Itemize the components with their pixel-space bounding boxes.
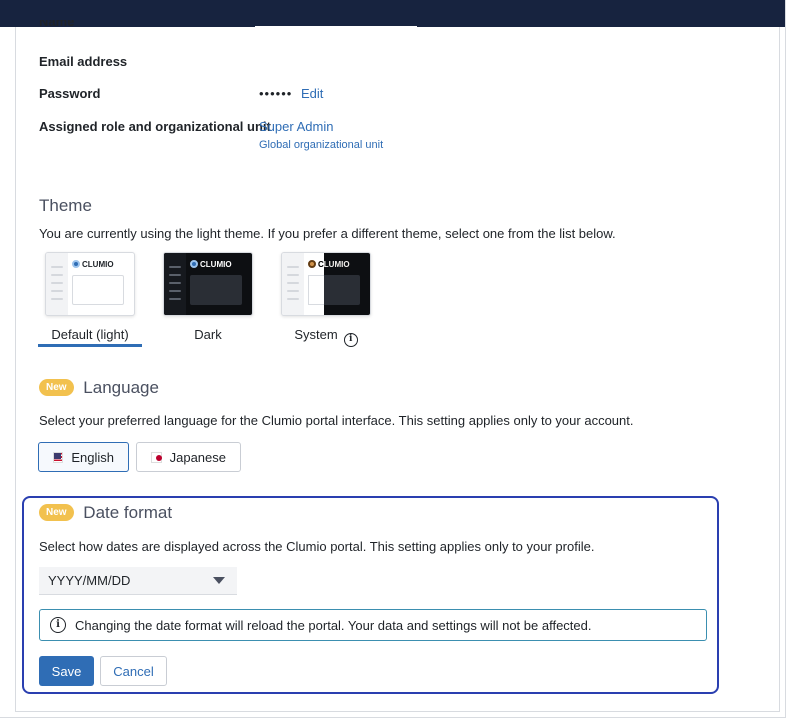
thumb-panel xyxy=(190,275,242,305)
info-icon[interactable]: i xyxy=(343,333,358,347)
new-badge: New xyxy=(39,504,74,522)
thumb-sidebar xyxy=(282,253,304,315)
light-theme-thumbnail: CLUMIO xyxy=(45,252,135,316)
top-navigation-bar xyxy=(0,0,786,28)
theme-description: You are currently using the light theme.… xyxy=(39,226,616,241)
selected-theme-indicator xyxy=(38,344,142,347)
japan-flag-icon xyxy=(151,451,162,463)
thumb-panel xyxy=(308,275,324,305)
new-badge: New xyxy=(39,379,74,397)
theme-title: Theme xyxy=(39,196,92,215)
name-label: Name xyxy=(39,20,74,32)
dark-theme-thumbnail: CLUMIO xyxy=(163,252,253,316)
us-flag-icon xyxy=(53,451,64,463)
date-format-header: New Date format xyxy=(39,502,172,523)
clumio-logo-text: CLUMIO xyxy=(82,260,114,269)
info-icon: i xyxy=(50,617,66,633)
language-title: Language xyxy=(83,377,159,397)
thumb-sidebar xyxy=(46,253,68,315)
date-format-title: Date format xyxy=(83,502,173,522)
clumio-logo-icon xyxy=(308,260,316,268)
english-label: English xyxy=(71,449,114,465)
date-format-value: YYYY/MM/DD xyxy=(48,573,131,588)
info-message: Changing the date format will reload the… xyxy=(75,617,592,633)
date-format-select[interactable]: YYYY/MM/DD xyxy=(39,567,237,595)
cancel-button[interactable]: Cancel xyxy=(100,656,167,686)
save-button[interactable]: Save xyxy=(39,656,94,686)
thumb-line xyxy=(169,274,181,276)
clumio-logo: CLUMIO xyxy=(72,260,114,269)
info-banner: i Changing the date format will reload t… xyxy=(39,609,707,641)
thumb-line xyxy=(287,298,299,300)
thumb-line xyxy=(51,290,63,292)
theme-label-system[interactable]: System i xyxy=(281,327,371,347)
chevron-down-icon xyxy=(213,577,225,584)
password-edit-link[interactable]: Edit xyxy=(301,86,323,101)
thumb-panel xyxy=(324,275,360,305)
theme-label-light[interactable]: Default (light) xyxy=(39,327,141,342)
clumio-logo-icon xyxy=(72,260,80,268)
language-english-button[interactable]: English xyxy=(38,442,129,472)
date-format-description: Select how dates are displayed across th… xyxy=(39,539,595,554)
email-label: Email address xyxy=(39,54,128,69)
theme-label-dark[interactable]: Dark xyxy=(163,327,253,342)
clumio-logo: CLUMIO xyxy=(308,260,350,269)
language-japanese-button[interactable]: Japanese xyxy=(136,442,241,472)
thumb-line xyxy=(287,290,299,292)
clumio-logo-icon xyxy=(190,260,198,268)
role-value-link[interactable]: Super Admin xyxy=(259,119,333,134)
language-header: New Language xyxy=(39,377,159,398)
thumb-line xyxy=(51,274,63,276)
thumb-line xyxy=(287,282,299,284)
password-value: •••••• Edit xyxy=(259,86,323,101)
thumb-line xyxy=(287,266,299,268)
clumio-logo-text: CLUMIO xyxy=(200,260,232,269)
clumio-logo: CLUMIO xyxy=(190,260,232,269)
clumio-logo-text: CLUMIO xyxy=(318,260,350,269)
theme-card-system[interactable]: CLUMIO xyxy=(281,252,371,316)
thumb-line xyxy=(169,266,181,268)
password-mask: •••••• xyxy=(259,86,293,101)
thumb-line xyxy=(51,282,63,284)
org-unit-link[interactable]: Global organizational unit xyxy=(259,139,383,151)
language-description: Select your preferred language for the C… xyxy=(39,413,634,428)
thumb-line xyxy=(169,298,181,300)
thumb-line xyxy=(287,274,299,276)
thumb-line xyxy=(51,266,63,268)
password-label: Password xyxy=(39,86,101,101)
role-label: Assigned role and organizational unit xyxy=(39,119,271,134)
system-theme-thumbnail: CLUMIO xyxy=(281,252,371,316)
thumb-line xyxy=(169,282,181,284)
theme-card-dark[interactable]: CLUMIO xyxy=(163,252,253,316)
thumb-line xyxy=(169,290,181,292)
thumb-line xyxy=(51,298,63,300)
system-label-text: System xyxy=(294,327,338,342)
theme-card-light[interactable]: CLUMIO xyxy=(45,252,135,316)
name-label-text: Name xyxy=(39,20,75,29)
japanese-label: Japanese xyxy=(169,449,226,465)
thumb-panel xyxy=(72,275,124,305)
thumb-sidebar xyxy=(164,253,186,315)
